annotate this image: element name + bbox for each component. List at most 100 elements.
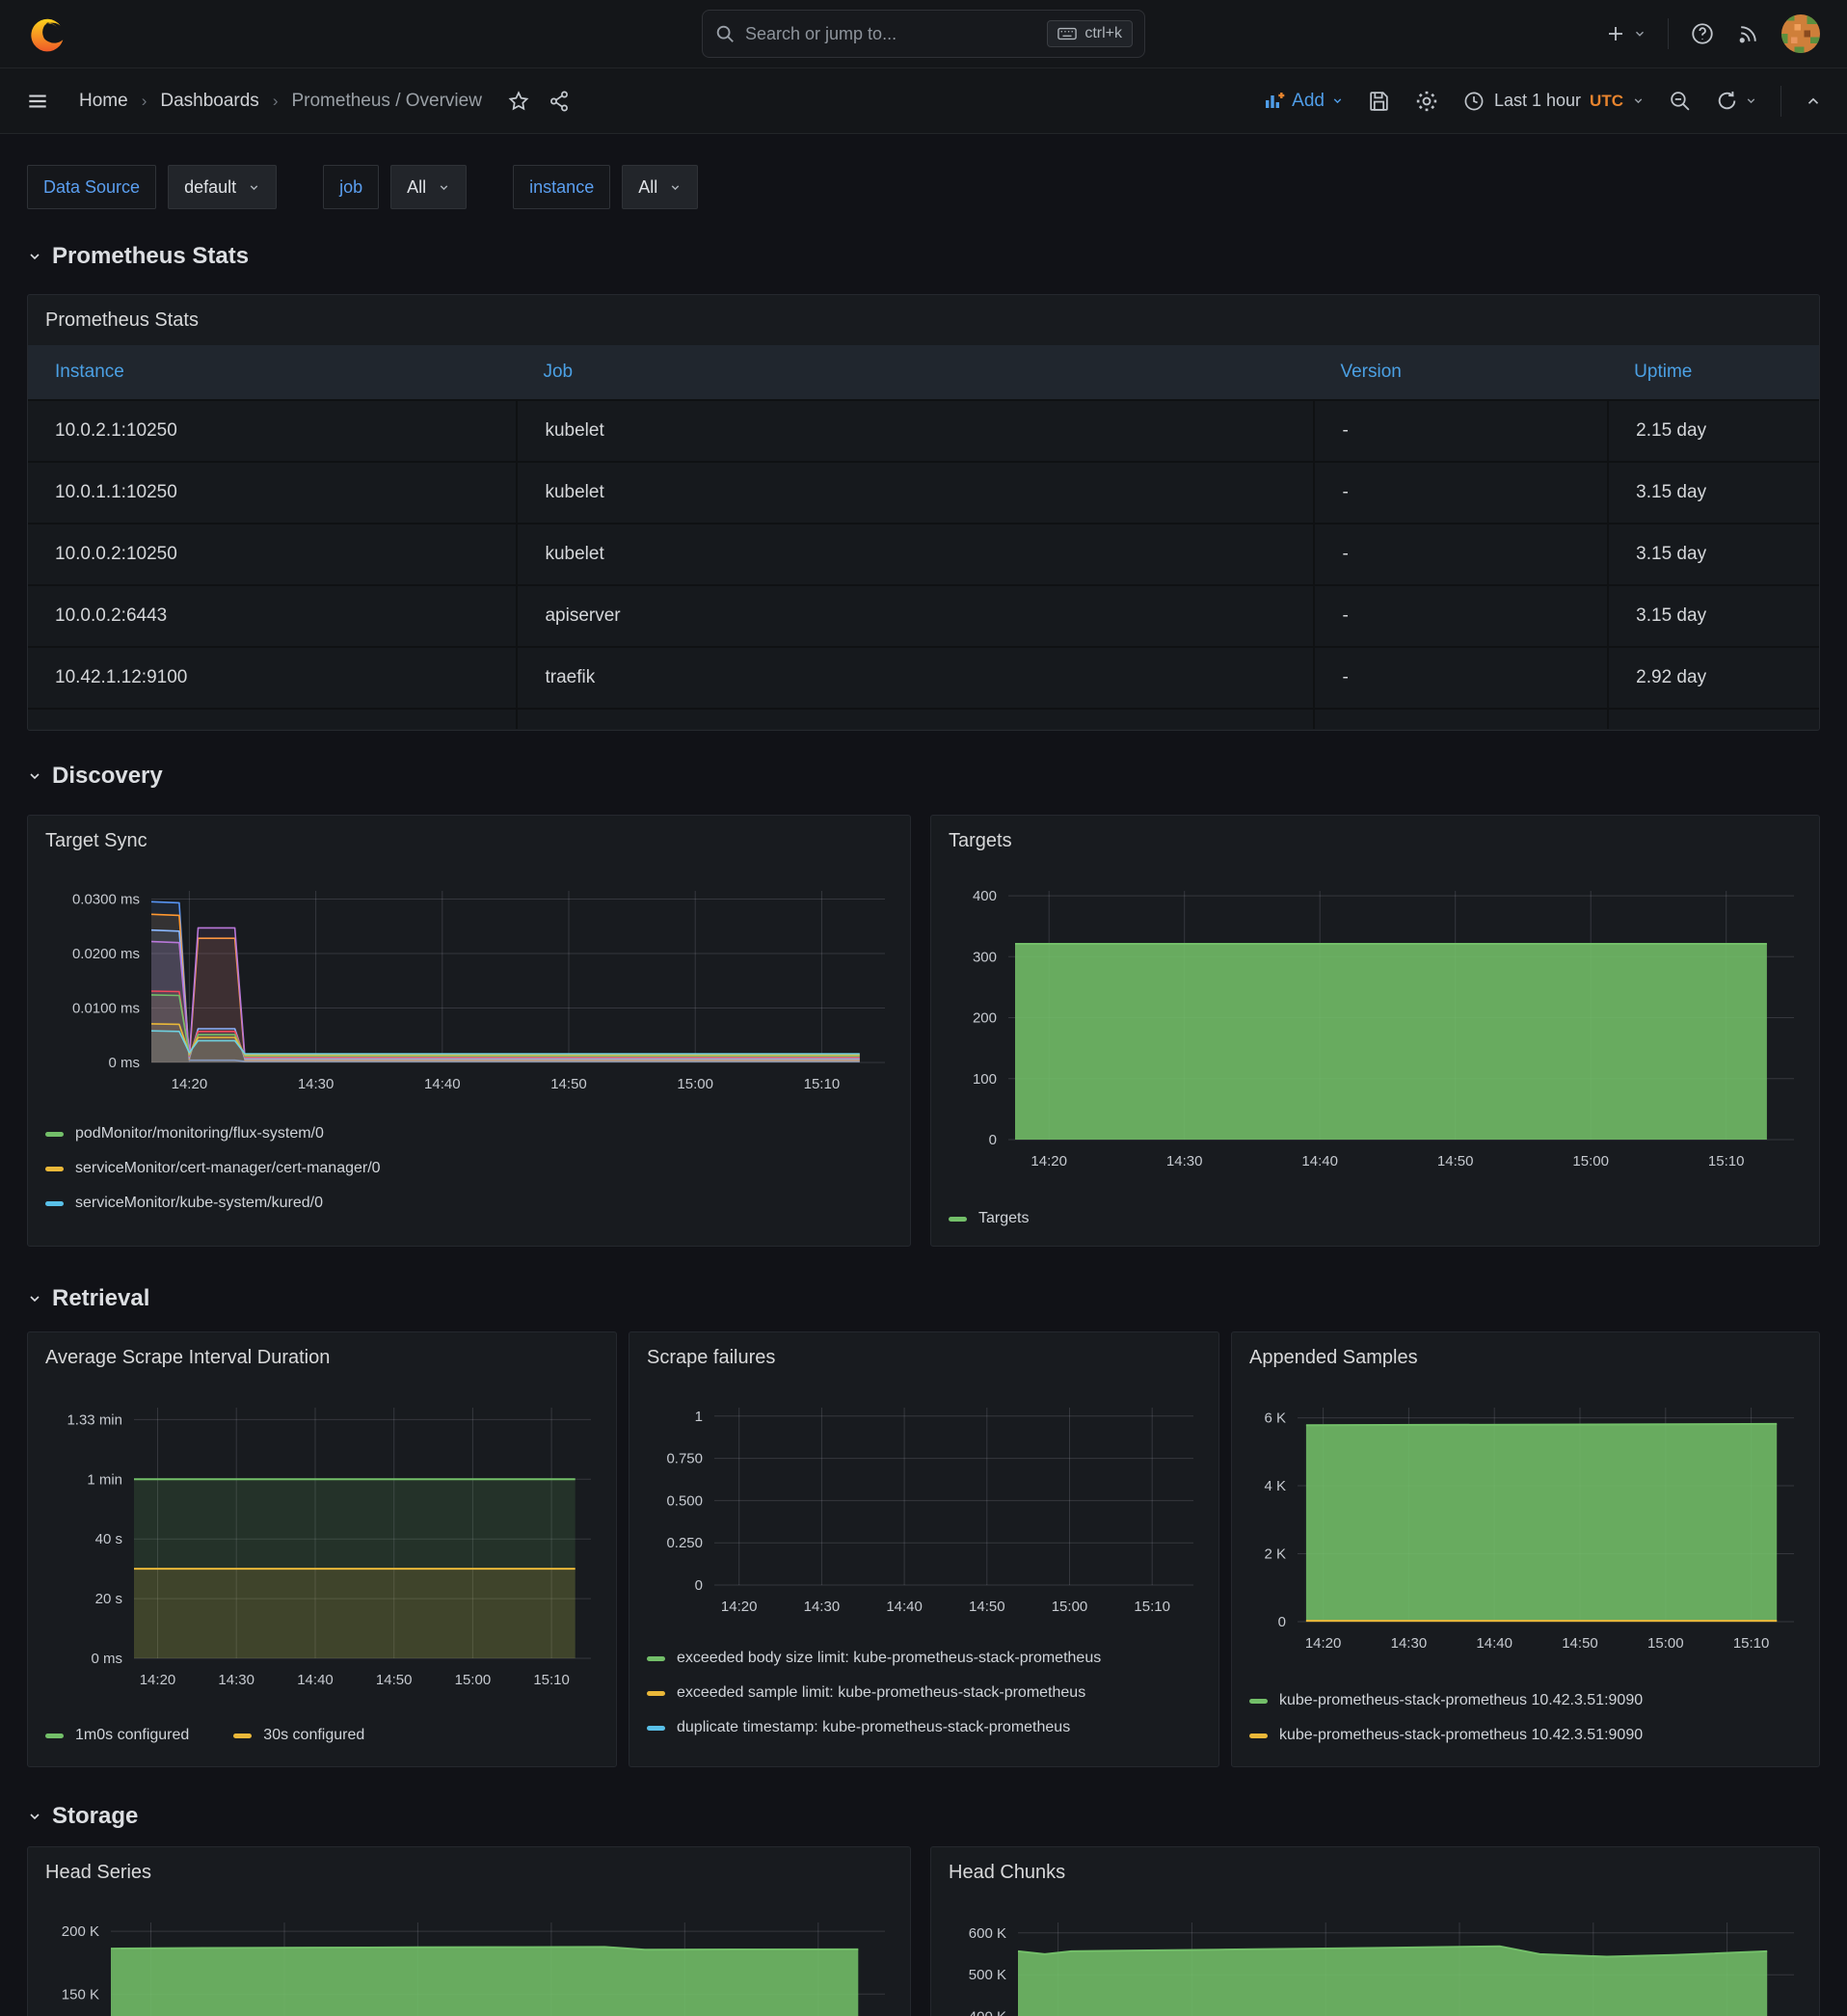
search-input[interactable]: Search or jump to... ctrl+k	[702, 10, 1145, 58]
panel-title[interactable]: Average Scrape Interval Duration	[28, 1332, 616, 1383]
svg-text:400 K: 400 K	[969, 2009, 1006, 2016]
svg-text:0.0100 ms: 0.0100 ms	[72, 1001, 140, 1017]
table-header-instance[interactable]: Instance	[28, 362, 516, 383]
panel-avg-scrape-interval: Average Scrape Interval Duration 0 ms20 …	[27, 1331, 617, 1767]
svg-text:15:10: 15:10	[804, 1076, 841, 1092]
svg-text:0.500: 0.500	[666, 1492, 703, 1509]
svg-text:15:00: 15:00	[455, 1672, 492, 1688]
breadcrumb-home[interactable]: Home	[79, 91, 128, 112]
table-cell: traefik	[516, 648, 1313, 708]
appended-samples-chart[interactable]: 02 K4 K6 K14:2014:3014:4014:5015:0015:10	[1249, 1402, 1802, 1656]
legend-label: exceeded body size limit: kube-prometheu…	[677, 1650, 1101, 1667]
svg-text:1.33 min: 1.33 min	[67, 1411, 122, 1428]
panel-title[interactable]: Head Chunks	[931, 1847, 1819, 1897]
table-cell: 3.15 day	[1607, 524, 1819, 584]
legend-item[interactable]: kube-prometheus-stack-prometheus 10.42.3…	[1249, 1718, 1802, 1753]
menu-icon[interactable]	[25, 89, 50, 114]
share-icon[interactable]	[548, 90, 571, 113]
save-icon[interactable]	[1367, 89, 1391, 113]
settings-gear-icon[interactable]	[1414, 89, 1439, 114]
svg-text:0.250: 0.250	[666, 1535, 703, 1551]
panel-prometheus-stats: Prometheus Stats InstanceJobVersionUptim…	[27, 294, 1820, 731]
section-discovery[interactable]: Discovery	[27, 762, 1820, 791]
zoom-out-icon[interactable]	[1668, 89, 1692, 113]
table-header-version[interactable]: Version	[1313, 362, 1607, 383]
table-header-job[interactable]: Job	[516, 362, 1313, 383]
scrape-failures-chart[interactable]: 00.2500.5000.750114:2014:3014:4014:5015:…	[647, 1402, 1201, 1620]
section-storage[interactable]: Storage	[27, 1802, 1820, 1831]
section-retrieval[interactable]: Retrieval	[27, 1284, 1820, 1313]
svg-text:4 K: 4 K	[1264, 1478, 1286, 1494]
table-cell: kubelet	[516, 463, 1313, 523]
chevron-up-icon[interactable]	[1805, 93, 1822, 110]
table-cell: -	[1313, 463, 1607, 523]
legend-color-pill	[233, 1734, 252, 1738]
panel-title[interactable]: Prometheus Stats	[28, 295, 1819, 345]
head-chunks-chart[interactable]: 400 K500 K600 K14:2014:3014:4014:5015:00…	[949, 1917, 1802, 2016]
svg-text:14:40: 14:40	[424, 1076, 461, 1092]
time-range-picker[interactable]: Last 1 hour UTC	[1462, 90, 1645, 113]
grafana-logo[interactable]	[27, 13, 67, 54]
svg-text:14:30: 14:30	[1166, 1153, 1203, 1169]
clock-icon	[1462, 90, 1486, 113]
svg-text:14:20: 14:20	[140, 1672, 176, 1688]
svg-text:14:30: 14:30	[804, 1599, 841, 1615]
table-cell: kubelet	[516, 401, 1313, 461]
star-icon[interactable]	[507, 90, 530, 113]
user-avatar[interactable]	[1781, 14, 1820, 53]
legend-item[interactable]: exceeded body size limit: kube-prometheu…	[647, 1641, 1201, 1676]
legend-item[interactable]: 1m0s configured	[45, 1718, 189, 1753]
chevron-down-icon	[669, 181, 682, 194]
chevron-down-icon	[1633, 27, 1646, 40]
legend-item[interactable]: duplicate timestamp: kube-prometheus-sta…	[647, 1710, 1201, 1745]
section-prometheus-stats[interactable]: Prometheus Stats	[27, 242, 1820, 271]
top-nav: Search or jump to... ctrl+k	[0, 0, 1847, 68]
svg-text:0 ms: 0 ms	[108, 1055, 140, 1071]
head-series-chart[interactable]: 150 K200 K14:2014:3014:4014:5015:0015:10	[45, 1917, 893, 2016]
legend-item[interactable]: serviceMonitor/kube-system/kured/0	[45, 1186, 893, 1221]
refresh-button[interactable]	[1715, 89, 1757, 113]
svg-text:2 K: 2 K	[1264, 1546, 1286, 1563]
help-icon[interactable]	[1690, 21, 1715, 46]
legend-color-pill	[45, 1167, 64, 1171]
svg-text:400: 400	[973, 888, 997, 904]
svg-text:0: 0	[695, 1577, 703, 1594]
grafana-dashboard: Search or jump to... ctrl+k	[0, 0, 1847, 2016]
svg-text:20 s: 20 s	[95, 1591, 122, 1607]
chevron-down-icon	[27, 768, 42, 784]
svg-text:200: 200	[973, 1010, 997, 1027]
legend-item[interactable]: podMonitor/monitoring/flux-system/0	[45, 1116, 893, 1151]
legend-item[interactable]: exceeded sample limit: kube-prometheus-s…	[647, 1676, 1201, 1710]
add-button[interactable]: Add	[1262, 90, 1344, 113]
target-sync-chart[interactable]: 0 ms0.0100 ms0.0200 ms0.0300 ms14:2014:3…	[45, 885, 893, 1097]
add-panel-icon	[1262, 90, 1285, 113]
svg-text:14:50: 14:50	[550, 1076, 587, 1092]
breadcrumb-dashboards[interactable]: Dashboards	[160, 91, 258, 112]
refresh-icon	[1715, 89, 1739, 113]
chevron-right-icon: ›	[273, 92, 279, 111]
filter-value-datasource[interactable]: default	[168, 165, 277, 209]
legend-label: exceeded sample limit: kube-prometheus-s…	[677, 1684, 1085, 1702]
divider	[1780, 86, 1781, 117]
panel-title[interactable]: Scrape failures	[629, 1332, 1218, 1383]
svg-text:14:40: 14:40	[886, 1599, 923, 1615]
targets-chart[interactable]: 010020030040014:2014:3014:4014:5015:0015…	[949, 885, 1802, 1174]
table-cell: 2.15 day	[1607, 401, 1819, 461]
table-header-uptime[interactable]: Uptime	[1607, 362, 1819, 383]
panel-title[interactable]: Target Sync	[28, 816, 910, 866]
legend-item[interactable]: Targets	[949, 1201, 1802, 1236]
filter-value-job[interactable]: All	[390, 165, 467, 209]
panel-title[interactable]: Head Series	[28, 1847, 910, 1897]
panel-title[interactable]: Appended Samples	[1232, 1332, 1819, 1383]
legend-item[interactable]: serviceMonitor/cert-manager/cert-manager…	[45, 1151, 893, 1186]
legend-color-pill	[1249, 1699, 1268, 1704]
dashboard-body: Data Source default job All instance All	[0, 136, 1847, 2016]
legend-item[interactable]: kube-prometheus-stack-prometheus 10.42.3…	[1249, 1683, 1802, 1718]
avg-scrape-chart[interactable]: 0 ms20 s40 s1 min1.33 min14:2014:3014:40…	[45, 1402, 599, 1693]
filter-value-instance[interactable]: All	[622, 165, 698, 209]
legend-color-pill	[45, 1201, 64, 1206]
new-button[interactable]	[1604, 22, 1646, 45]
legend-item[interactable]: 30s configured	[233, 1718, 364, 1753]
rss-icon[interactable]	[1736, 22, 1760, 46]
panel-title[interactable]: Targets	[931, 816, 1819, 866]
